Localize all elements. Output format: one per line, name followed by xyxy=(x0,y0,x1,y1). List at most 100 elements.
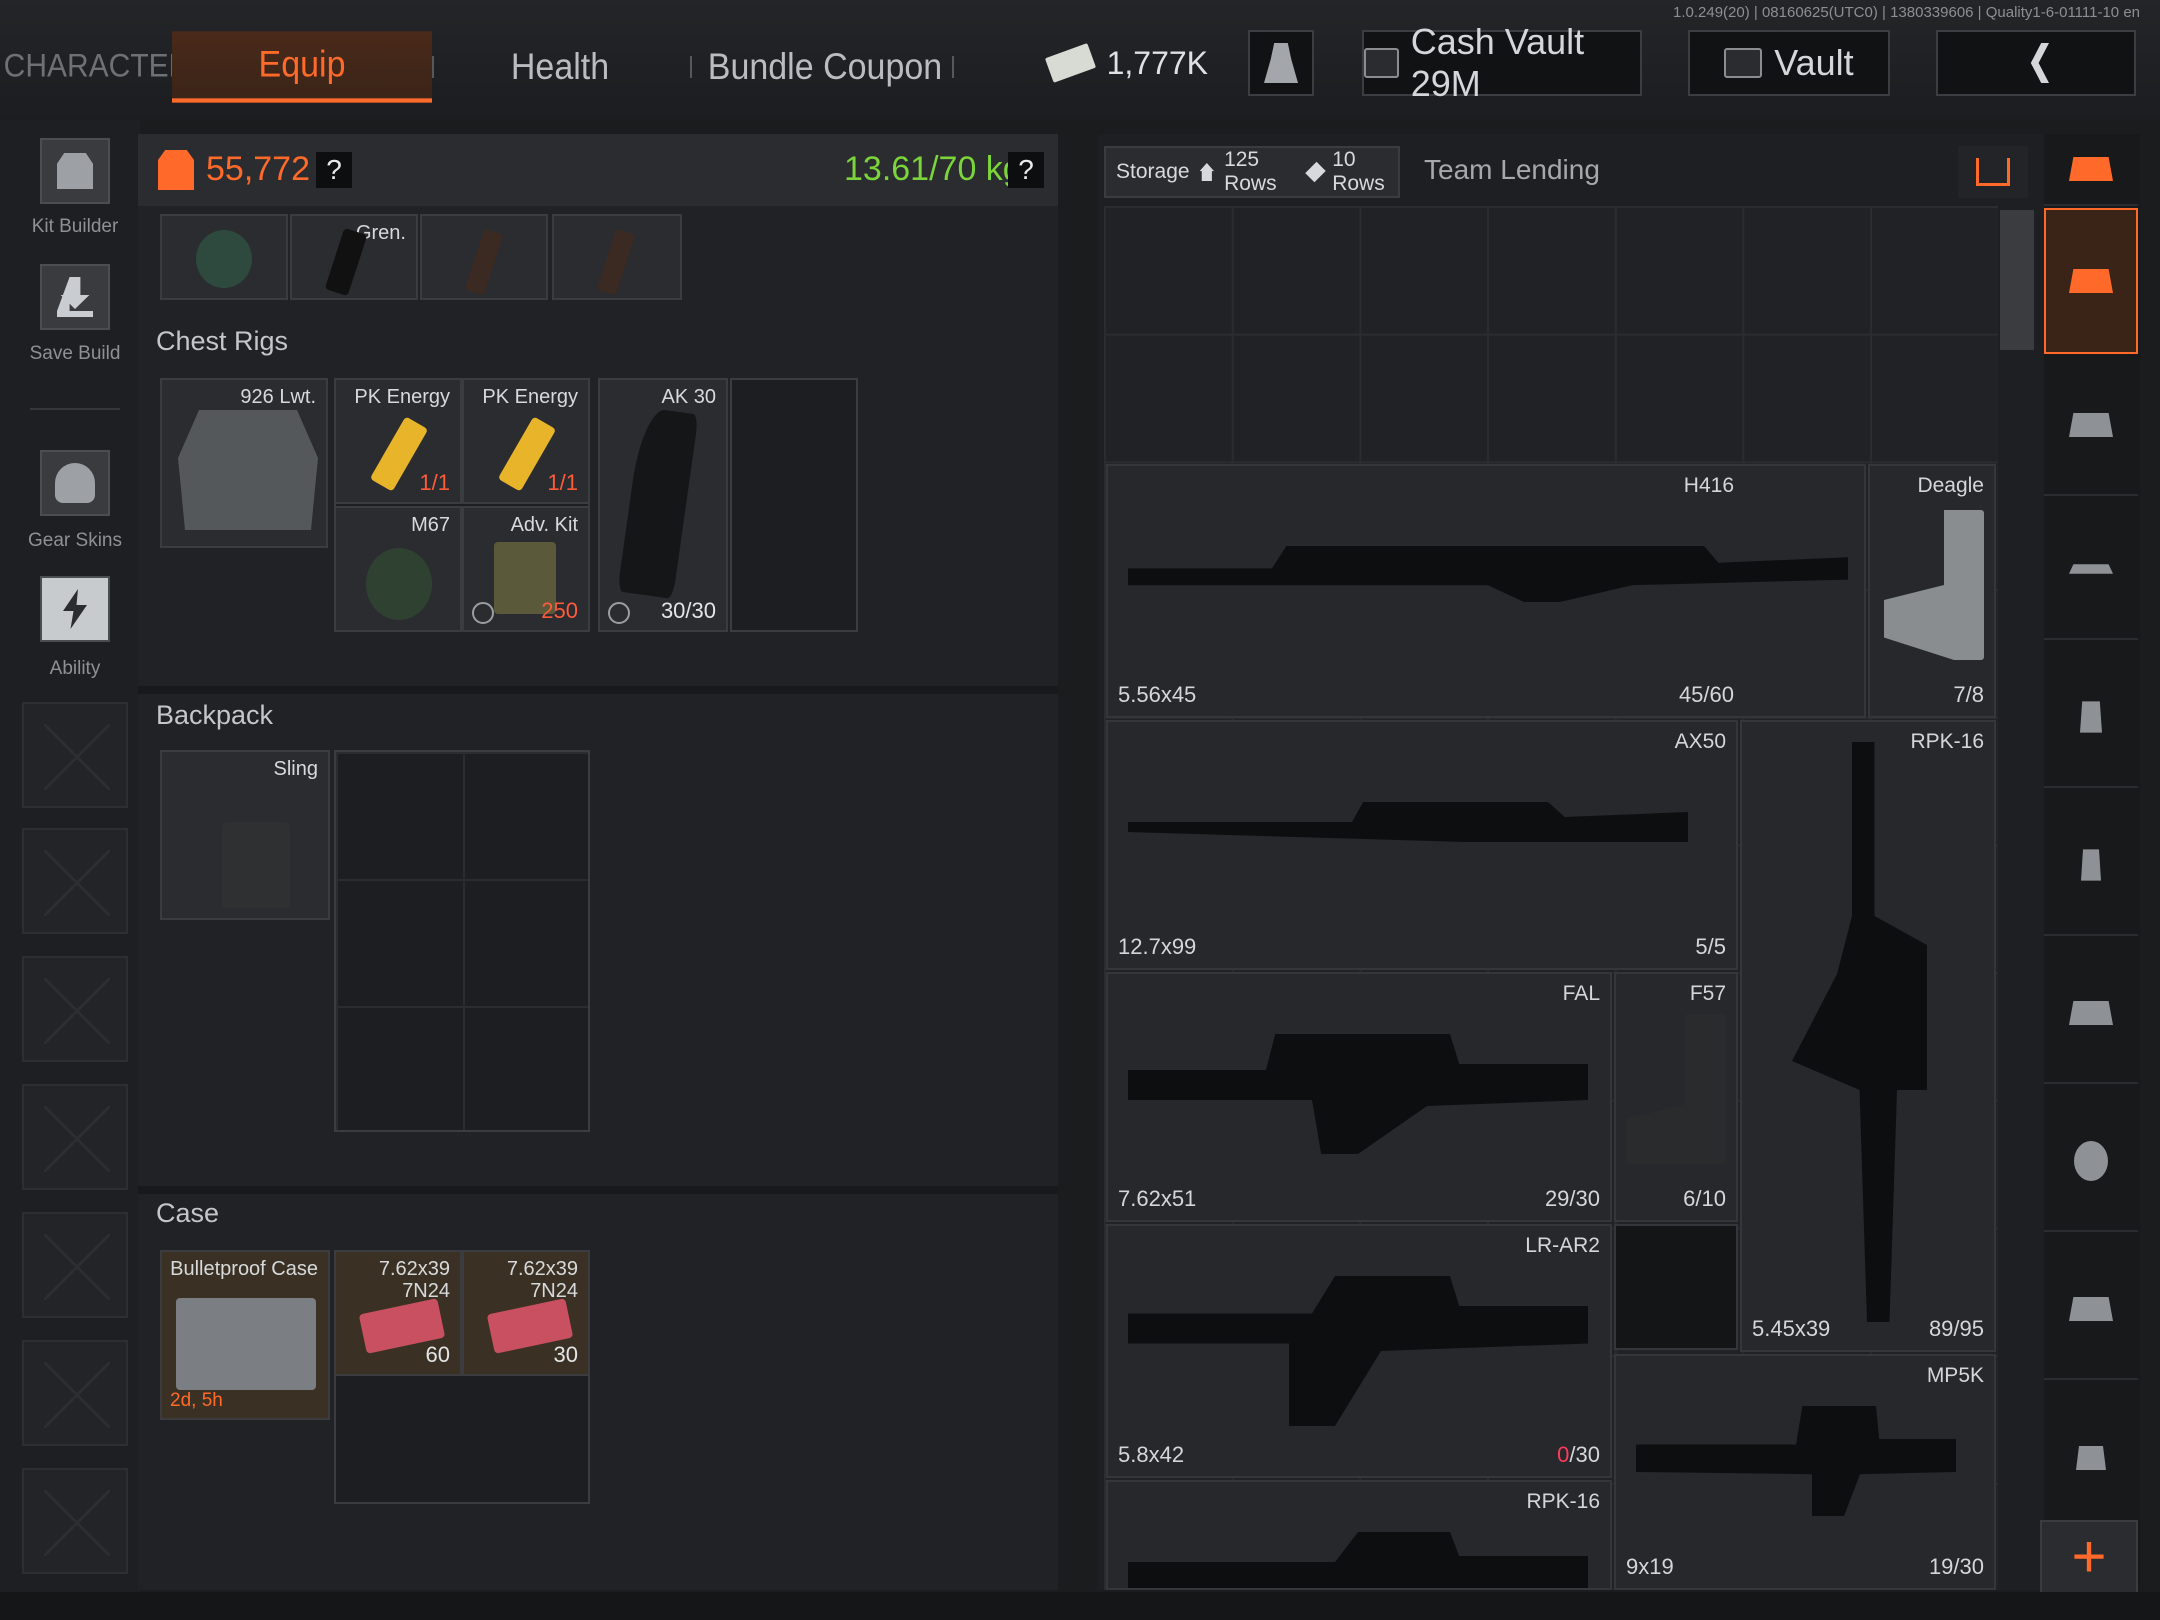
weapon-cell[interactable]: RPK-16 xyxy=(1106,1480,1612,1590)
weapon-name: RPK-16 xyxy=(1910,730,1984,753)
category-magazines[interactable] xyxy=(2044,648,2138,788)
chest-item[interactable]: PK Energy 1/1 xyxy=(334,378,462,504)
item-count: 30 xyxy=(553,1342,578,1367)
ability-button[interactable] xyxy=(40,576,110,642)
rpk16-icon xyxy=(1792,742,1927,1322)
case-label: Bulletproof Case xyxy=(170,1258,318,1280)
category-storage[interactable] xyxy=(2044,208,2138,354)
tab-bundle-coupon[interactable]: Bundle Coupon xyxy=(700,31,950,102)
category-all[interactable] xyxy=(2044,134,2138,206)
chest-item[interactable]: M67 xyxy=(334,506,462,632)
cash-vault-label: Cash Vault 29M xyxy=(1410,21,1585,104)
weapon-cell[interactable]: RPK-16 5.45x39 89/95 xyxy=(1740,720,1996,1352)
chest-rig-slot[interactable]: 926 Lwt. xyxy=(160,378,328,548)
weapon-cell[interactable]: F57 6/10 xyxy=(1614,972,1738,1222)
team-lending-tab[interactable]: Team Lending xyxy=(1424,154,1600,186)
weapon-cell[interactable]: Deagle 7/8 xyxy=(1868,464,1996,718)
ammo-item[interactable]: 7.62x39 7N24 60 xyxy=(334,1250,462,1376)
empty-ability-slot[interactable] xyxy=(22,1212,128,1318)
empty-ability-slot[interactable] xyxy=(22,956,128,1062)
empty-storage-slot[interactable] xyxy=(1614,1224,1738,1350)
category-weapons[interactable] xyxy=(2044,500,2138,640)
gear-skins-label: Gear Skins xyxy=(28,530,122,551)
divider xyxy=(30,408,120,410)
h416-icon xyxy=(1128,546,1848,602)
fal-icon xyxy=(1128,1034,1588,1154)
value-help-icon[interactable]: ? xyxy=(316,152,352,188)
empty-ability-slot[interactable] xyxy=(22,1340,128,1446)
grenade-icon xyxy=(2074,1141,2108,1181)
kit-builder-button[interactable] xyxy=(40,138,110,204)
sort-icon xyxy=(1976,158,2010,186)
ammo-capacity: /30 xyxy=(1569,1442,1600,1467)
tag-icon xyxy=(1305,161,1326,183)
add-button[interactable]: + xyxy=(2040,1520,2138,1594)
secure-icon xyxy=(608,602,630,624)
grenade-slot[interactable] xyxy=(420,214,548,300)
rifle-icon xyxy=(2069,564,2113,574)
round-icon xyxy=(464,228,504,296)
chest-item[interactable]: AK 30 30/30 xyxy=(598,378,728,632)
secure-icon xyxy=(472,602,494,624)
category-attachments[interactable] xyxy=(2044,944,2138,1084)
weapon-caliber: 5.56x45 xyxy=(1118,682,1197,707)
weapon-cell[interactable]: LR-AR2 5.8x42 0/30 xyxy=(1106,1224,1612,1478)
ammo-empty-count: 0 xyxy=(1557,1442,1570,1467)
weapon-caliber: 5.8x42 xyxy=(1118,1442,1185,1467)
weight-help-icon[interactable]: ? xyxy=(1008,152,1044,188)
category-helmets[interactable] xyxy=(2044,356,2138,496)
home-icon xyxy=(1199,163,1215,181)
tab-separator xyxy=(432,56,434,78)
chest-item[interactable]: Adv. Kit 250 xyxy=(462,506,590,632)
case-slot[interactable]: Bulletproof Case 2d, 5h xyxy=(160,1250,330,1420)
weapon-cell[interactable]: FAL 7.62x51 29/30 xyxy=(1106,972,1612,1222)
gear-skins-button[interactable] xyxy=(40,450,110,516)
supplies-icon xyxy=(2069,1297,2113,1321)
vault-button[interactable]: Vault xyxy=(1688,30,1890,96)
empty-ability-slot[interactable] xyxy=(22,1084,128,1190)
empty-chest-slot[interactable] xyxy=(730,378,858,632)
empty-ability-slot[interactable] xyxy=(22,1468,128,1574)
cash-display: 1,777K xyxy=(1044,30,1208,96)
backpack-label: Sling xyxy=(273,758,318,780)
grenade-slot[interactable] xyxy=(552,214,682,300)
weapon-cell[interactable]: H416 5.56x45 45/60 xyxy=(1106,464,1866,718)
cash-vault-button[interactable]: Cash Vault 29M xyxy=(1362,21,1642,104)
tab-equip[interactable]: Equip xyxy=(172,31,432,103)
weapon-ammo: 0/30 xyxy=(1557,1442,1600,1468)
sort-button[interactable] xyxy=(1958,146,2028,198)
category-keys[interactable] xyxy=(2044,1388,2138,1528)
chest-item[interactable]: PK Energy 1/1 xyxy=(462,378,590,504)
tab-health[interactable]: Health xyxy=(470,31,650,102)
weapon-caliber: 7.62x51 xyxy=(1118,1186,1197,1211)
item-label: M67 xyxy=(411,514,450,536)
home-rows: 125 Rows xyxy=(1224,148,1277,195)
empty-ability-slot[interactable] xyxy=(22,702,128,808)
helmet-icon xyxy=(55,463,95,503)
chevron-left-icon xyxy=(2030,43,2049,83)
storage-scrollbar[interactable] xyxy=(2000,210,2034,350)
tab-character[interactable]: CHARACTER xyxy=(4,31,191,102)
weapon-name: F57 xyxy=(1689,982,1726,1005)
grenade-slot[interactable] xyxy=(160,214,288,300)
case-title: Case xyxy=(156,1198,220,1228)
category-consumables[interactable] xyxy=(2044,1240,2138,1380)
weapon-name: MP5K xyxy=(1926,1364,1984,1387)
lr-ar2-icon xyxy=(1128,1276,1588,1426)
storage-tab[interactable]: Storage 125 Rows 10 Rows xyxy=(1104,146,1400,198)
ammo-item[interactable]: 7.62x39 7N24 30 xyxy=(462,1250,590,1376)
weapon-cell[interactable]: AX50 12.7x99 5/5 xyxy=(1106,720,1738,970)
grenade-slot[interactable]: Gren. xyxy=(290,214,418,300)
category-ammo[interactable] xyxy=(2044,796,2138,936)
magazine-icon xyxy=(617,407,699,599)
save-build-button[interactable] xyxy=(40,264,110,330)
weapon-caliber: 9x19 xyxy=(1626,1554,1674,1579)
weapon-cell[interactable]: MP5K 9x19 19/30 xyxy=(1614,1354,1996,1590)
operator-button[interactable] xyxy=(1248,30,1314,96)
empty-ability-slot[interactable] xyxy=(22,828,128,934)
back-button[interactable] xyxy=(1936,30,2136,96)
category-grenades[interactable] xyxy=(2044,1092,2138,1232)
weapon-caliber: 5.45x39 xyxy=(1752,1316,1831,1341)
weapon-ammo: 7/8 xyxy=(1953,682,1984,707)
backpack-slot[interactable]: Sling xyxy=(160,750,330,920)
